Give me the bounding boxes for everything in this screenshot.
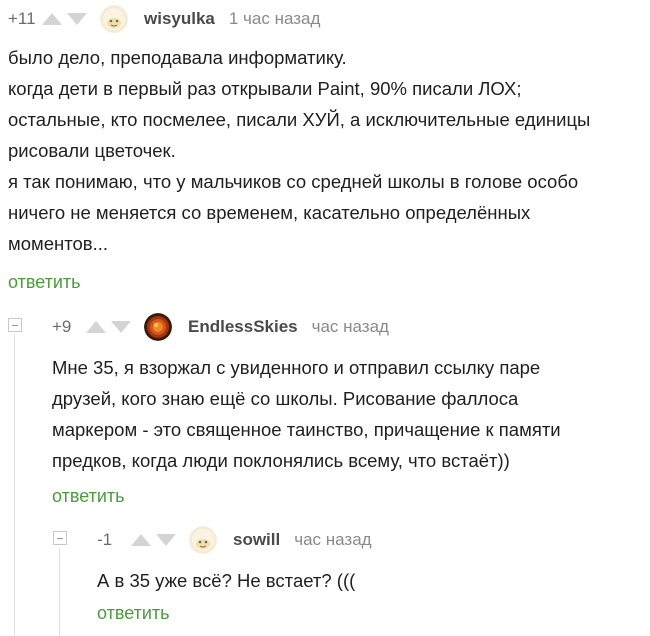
comment-body: А в 35 уже всё? Не встает? (((	[97, 565, 637, 596]
comment-line: маркером - это священное таинство, прича…	[52, 419, 561, 440]
comment-line: когда дети в первый раз открывали Paint,…	[8, 78, 522, 99]
username[interactable]: sowill	[233, 530, 280, 550]
comment-line: я так понимаю, что у мальчиков со средне…	[8, 171, 579, 192]
comment-line: ничего не меняется со временем, касатель…	[8, 202, 531, 223]
timestamp[interactable]: час назад	[294, 530, 371, 550]
comment-line: рисовали цветочек.	[8, 140, 176, 161]
comment-line: друзей, кого знаю ещё со школы. Рисовани…	[52, 388, 519, 409]
collapse-icon[interactable]	[53, 531, 67, 545]
collapse-icon[interactable]	[8, 318, 22, 332]
timestamp[interactable]: 1 час назад	[229, 9, 321, 29]
comment-line: А в 35 уже всё? Не встает? (((	[97, 570, 356, 591]
comment-rating: +9	[52, 317, 72, 336]
arrow-up-icon[interactable]	[85, 320, 107, 334]
comment-line: предков, когда люди поклонялись всему, ч…	[52, 450, 510, 471]
arrow-up-icon[interactable]	[41, 12, 63, 26]
reply-link[interactable]: ответить	[97, 603, 170, 624]
avatar[interactable]	[189, 526, 217, 554]
arrow-down-icon[interactable]	[110, 320, 132, 334]
reply-link[interactable]: ответить	[8, 272, 81, 293]
comment-rating: -1	[97, 530, 113, 549]
comment-body: Мне 35, я взоржал с увиденного и отправи…	[52, 352, 642, 476]
comment-body: было дело, преподавала информатику. когд…	[8, 42, 638, 259]
reply-link[interactable]: ответить	[52, 486, 125, 507]
thread-line[interactable]	[59, 548, 60, 636]
comment-header: +9 EndlessSkies час назад	[52, 313, 389, 341]
arrow-down-icon[interactable]	[155, 533, 177, 547]
timestamp[interactable]: час назад	[312, 317, 389, 337]
thread-line[interactable]	[14, 334, 15, 636]
comment-line: Мне 35, я взоржал с увиденного и отправи…	[52, 357, 541, 378]
avatar[interactable]	[100, 5, 128, 33]
arrow-up-icon[interactable]	[130, 533, 152, 547]
comment-line: моментов...	[8, 233, 109, 254]
avatar[interactable]	[144, 313, 172, 341]
arrow-down-icon[interactable]	[66, 12, 88, 26]
comment-header: +11 wisyulka 1 час назад	[8, 5, 320, 33]
comment-line: было дело, преподавала информатику.	[8, 47, 347, 68]
comment-line: остальные, кто посмелее, писали ХУЙ, а и…	[8, 109, 591, 130]
username[interactable]: wisyulka	[144, 9, 215, 29]
comment-rating: +11	[8, 9, 36, 28]
username[interactable]: EndlessSkies	[188, 317, 298, 337]
comment-header: -1 sowill час назад	[97, 526, 372, 554]
